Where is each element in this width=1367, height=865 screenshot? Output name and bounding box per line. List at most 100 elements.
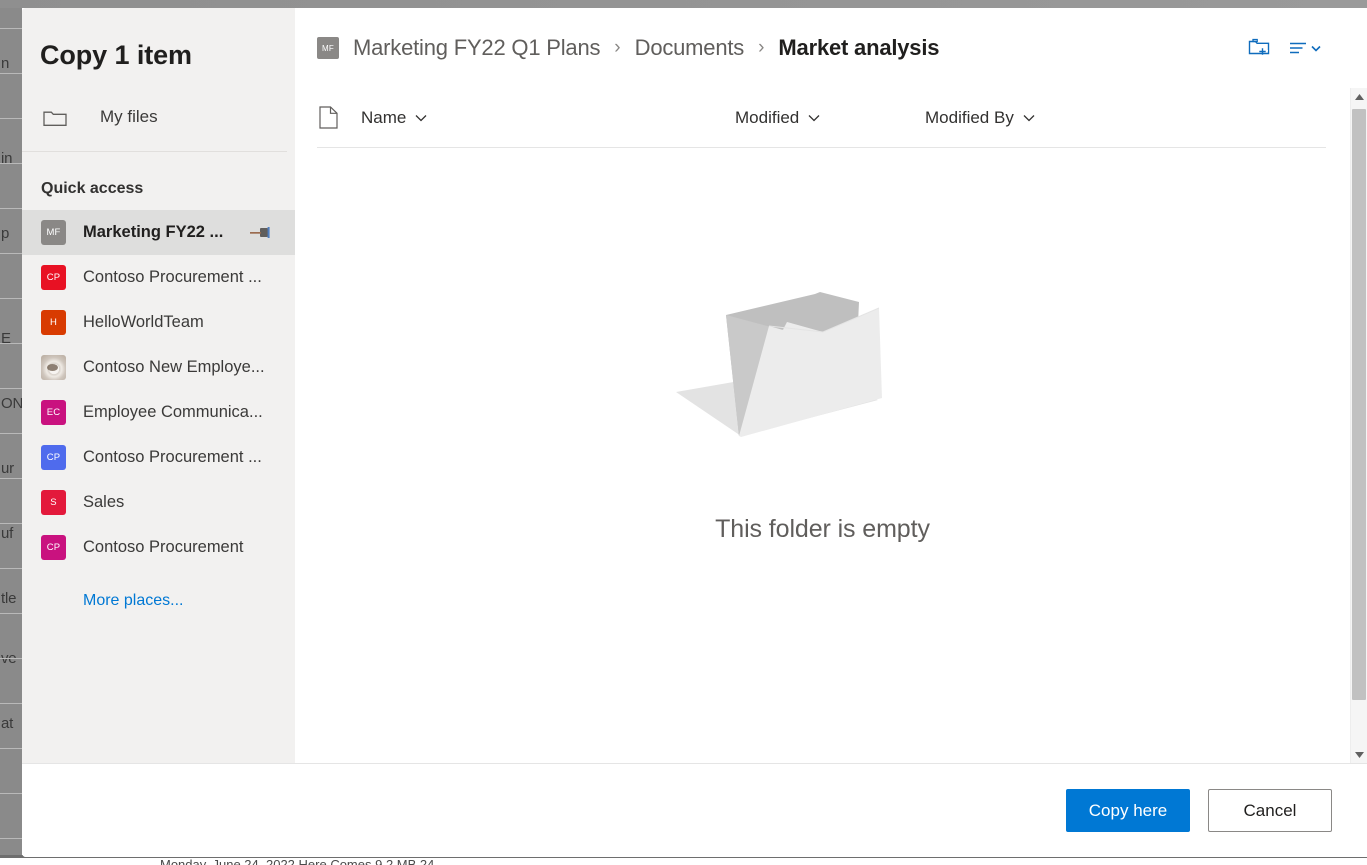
column-label: Modified <box>735 108 799 128</box>
file-browser-pane: MF Marketing FY22 Q1 Plans › Documents ›… <box>295 8 1367 763</box>
empty-state-message: This folder is empty <box>715 515 930 544</box>
background-row-divider <box>0 73 22 74</box>
background-text-fragment: at <box>1 715 13 732</box>
background-row-divider <box>0 298 22 299</box>
sidebar-item-helloworldteam[interactable]: H HelloWorldTeam <box>22 300 295 345</box>
column-file-type-icon[interactable] <box>317 106 361 129</box>
background-row-divider <box>0 523 22 524</box>
background-text-fragment: ON <box>1 395 22 412</box>
background-row-divider <box>0 703 22 704</box>
breadcrumb-site-avatar: MF <box>317 37 339 59</box>
column-headers: Name Modified Modified By <box>317 88 1326 148</box>
background-text-fragment: E <box>1 330 11 347</box>
column-header-modified-by[interactable]: Modified By <box>925 108 1125 128</box>
background-row-divider <box>0 163 22 164</box>
site-avatar: S <box>41 490 66 515</box>
folder-icon <box>42 106 68 128</box>
column-header-name[interactable]: Name <box>361 108 735 128</box>
header-actions <box>1247 36 1349 60</box>
empty-folder-illustration <box>673 280 973 455</box>
background-row-divider <box>0 253 22 254</box>
sidebar-item-label: Contoso Procurement ... <box>83 268 262 287</box>
file-list-area: Name Modified Modified By <box>295 88 1367 763</box>
dialog-footer: Copy here Cancel <box>22 763 1367 857</box>
background-row-divider <box>0 793 22 794</box>
background-text-fragment: tle <box>1 590 16 607</box>
background-row-divider <box>0 388 22 389</box>
pin-icon[interactable] <box>249 225 271 241</box>
quick-access-heading: Quick access <box>22 152 295 198</box>
background-row-divider <box>0 208 22 209</box>
sidebar-item-label: Marketing FY22 ... <box>83 223 223 242</box>
breadcrumb-item-site[interactable]: Marketing FY22 Q1 Plans <box>353 35 600 61</box>
background-row-divider <box>0 343 22 344</box>
background-text-fragment: in <box>1 150 12 167</box>
background-text-fragment: uf <box>1 525 13 542</box>
dialog-sidebar: Copy 1 item My files Quick access MF Mar… <box>22 8 295 763</box>
sidebar-item-label: Contoso New Employe... <box>83 358 265 377</box>
scroll-up-arrow-icon[interactable] <box>1351 88 1367 105</box>
background-bottom-text: Monday, June 24, 2022 Here Comes 9.2 MB … <box>160 857 434 865</box>
scrollbar-track[interactable] <box>1351 105 1367 746</box>
quick-access-list: MF Marketing FY22 ... CP Contoso Procure… <box>22 210 295 570</box>
file-list: Name Modified Modified By <box>295 88 1350 763</box>
dialog-title: Copy 1 item <box>22 8 295 71</box>
chevron-right-icon: › <box>758 37 764 59</box>
background-row-divider <box>0 748 22 749</box>
sidebar-item-label: Contoso Procurement <box>83 538 244 557</box>
background-row-divider <box>0 568 22 569</box>
copy-here-button[interactable]: Copy here <box>1066 789 1190 832</box>
cancel-button[interactable]: Cancel <box>1208 789 1332 832</box>
background-row-divider <box>0 118 22 119</box>
breadcrumb: MF Marketing FY22 Q1 Plans › Documents ›… <box>295 8 1367 88</box>
background-row-divider <box>0 28 22 29</box>
background-row-divider <box>0 658 22 659</box>
chevron-down-icon <box>808 114 820 122</box>
background-row-divider <box>0 478 22 479</box>
vertical-scrollbar[interactable] <box>1350 88 1367 763</box>
column-header-modified[interactable]: Modified <box>735 108 925 128</box>
column-label: Name <box>361 108 406 128</box>
chevron-down-icon <box>415 114 427 122</box>
background-row-divider <box>0 433 22 434</box>
dialog-body: Copy 1 item My files Quick access MF Mar… <box>22 8 1367 763</box>
sidebar-item-label: My files <box>100 107 158 127</box>
sidebar-item-marketing-fy22[interactable]: MF Marketing FY22 ... <box>22 210 295 255</box>
breadcrumb-item-documents[interactable]: Documents <box>635 35 744 61</box>
scrollbar-thumb[interactable] <box>1352 109 1366 700</box>
sidebar-item-contoso-procurement-3[interactable]: CP Contoso Procurement <box>22 525 295 570</box>
background-text-fragment: p <box>1 225 9 242</box>
site-avatar: CP <box>41 445 66 470</box>
sidebar-item-contoso-new-employee[interactable]: Contoso New Employe... <box>22 345 295 390</box>
background-row-divider <box>0 838 22 839</box>
site-avatar: H <box>41 310 66 335</box>
sidebar-item-sales[interactable]: S Sales <box>22 480 295 525</box>
empty-state: This folder is empty <box>295 148 1350 763</box>
sidebar-item-label: Sales <box>83 493 124 512</box>
background-top-strip <box>0 0 1367 8</box>
site-avatar: CP <box>41 265 66 290</box>
sidebar-item-contoso-procurement-1[interactable]: CP Contoso Procurement ... <box>22 255 295 300</box>
background-left-column: ninpEONuruftleveat <box>0 8 22 865</box>
site-avatar: EC <box>41 400 66 425</box>
chevron-right-icon: › <box>614 37 620 59</box>
background-text-fragment: ur <box>1 460 14 477</box>
scroll-down-arrow-icon[interactable] <box>1351 746 1367 763</box>
background-text-fragment: n <box>1 55 9 72</box>
sidebar-item-contoso-procurement-2[interactable]: CP Contoso Procurement ... <box>22 435 295 480</box>
chevron-down-icon <box>1023 114 1035 122</box>
column-label: Modified By <box>925 108 1014 128</box>
breadcrumb-item-current: Market analysis <box>778 35 939 61</box>
more-places-link[interactable]: More places... <box>22 570 295 610</box>
background-row-divider <box>0 613 22 614</box>
copy-item-dialog: Copy 1 item My files Quick access MF Mar… <box>22 8 1367 857</box>
sidebar-item-employee-communications[interactable]: EC Employee Communica... <box>22 390 295 435</box>
site-avatar: MF <box>41 220 66 245</box>
site-thumbnail-coffee <box>41 355 66 380</box>
sidebar-item-label: Employee Communica... <box>83 403 263 422</box>
view-options-icon[interactable] <box>1289 37 1323 59</box>
new-folder-icon[interactable] <box>1247 36 1271 60</box>
sidebar-item-label: HelloWorldTeam <box>83 313 204 332</box>
site-avatar: CP <box>41 535 66 560</box>
sidebar-item-my-files[interactable]: My files <box>22 95 295 139</box>
